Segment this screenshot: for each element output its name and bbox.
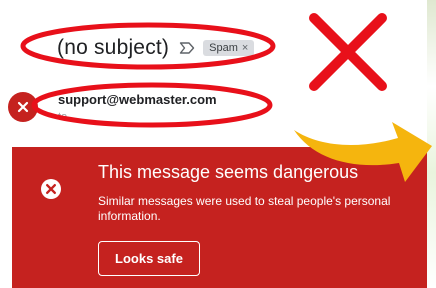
subject-row: (no subject) Spam × [57,34,255,62]
spam-label-chip[interactable]: Spam × [203,40,255,56]
big-x-mark [309,13,387,91]
label-important-outline-icon[interactable] [179,41,195,55]
remove-label-icon[interactable]: × [242,42,248,54]
close-circle-icon [41,179,61,199]
close-icon [17,101,29,113]
warning-description: Similar messages were used to steal peop… [98,194,391,223]
subject-title: (no subject) [57,36,170,59]
spam-label-text: Spam [209,42,238,54]
warning-title: This message seems dangerous [98,162,359,182]
looks-safe-button[interactable]: Looks safe [98,241,200,276]
side-panel-edge [427,0,436,288]
sender-avatar [8,92,38,122]
sender-email: support@webmaster.com [58,92,217,107]
recipient-label[interactable]: to [58,111,67,123]
